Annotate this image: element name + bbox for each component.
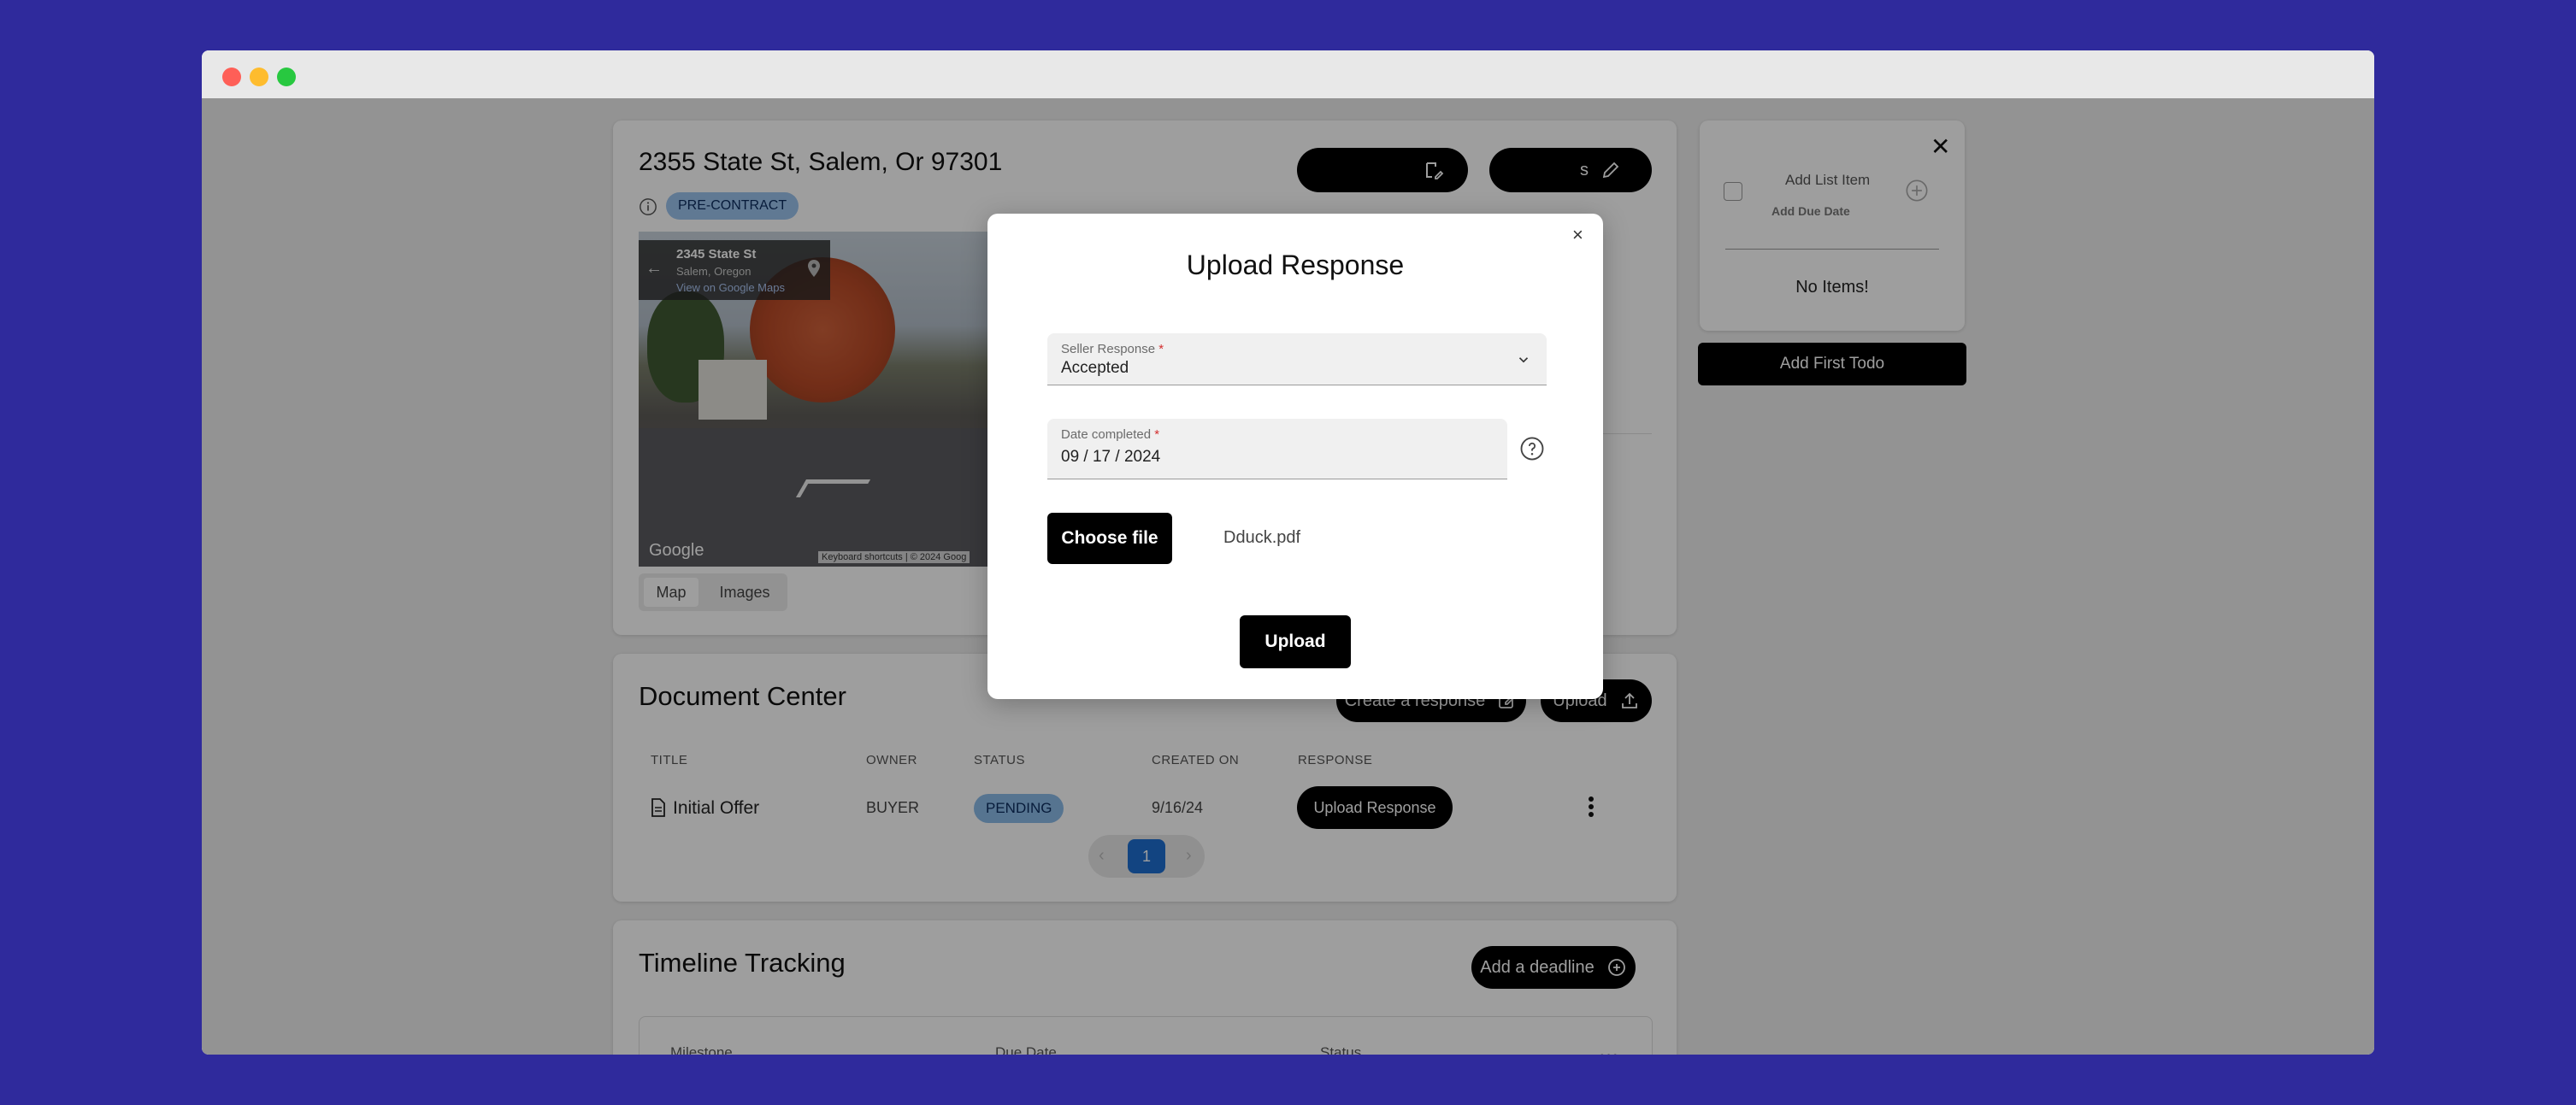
upload-submit-button[interactable]: Upload (1240, 615, 1351, 668)
seller-response-value: Accepted (1061, 359, 1129, 377)
maximize-window-button[interactable] (277, 68, 296, 86)
close-window-button[interactable] (222, 68, 241, 86)
upload-response-modal: × Upload Response Seller Response * Acce… (987, 214, 1603, 699)
app-window: 2355 State St, Salem, Or 97301 PRE-CONTR… (202, 50, 2374, 1055)
seller-response-select[interactable]: Seller Response * Accepted (1047, 333, 1547, 385)
seller-response-label-wrap: Seller Response * (1061, 342, 1164, 356)
date-completed-value: 09 / 17 / 2024 (1061, 448, 1161, 466)
required-mark-date: * (1154, 427, 1160, 442)
choose-file-button[interactable]: Choose file (1047, 513, 1172, 564)
seller-response-label: Seller Response (1061, 342, 1156, 356)
help-icon[interactable] (1519, 436, 1545, 461)
chevron-down-icon (1518, 357, 1529, 363)
date-completed-field[interactable]: Date completed * 09 / 17 / 2024 (1047, 419, 1507, 479)
title-bar (202, 50, 2374, 98)
modal-close-icon[interactable]: × (1572, 224, 1583, 246)
choose-file-label: Choose file (1061, 528, 1158, 548)
date-completed-label-wrap: Date completed * (1061, 427, 1159, 442)
selected-file-name: Dduck.pdf (1223, 528, 1301, 547)
required-mark: * (1158, 342, 1164, 356)
page-content: 2355 State St, Salem, Or 97301 PRE-CONTR… (202, 98, 2374, 1055)
modal-title: Upload Response (1186, 250, 1405, 280)
minimize-window-button[interactable] (250, 68, 268, 86)
date-completed-label: Date completed (1061, 427, 1152, 442)
upload-submit-label: Upload (1264, 632, 1326, 651)
